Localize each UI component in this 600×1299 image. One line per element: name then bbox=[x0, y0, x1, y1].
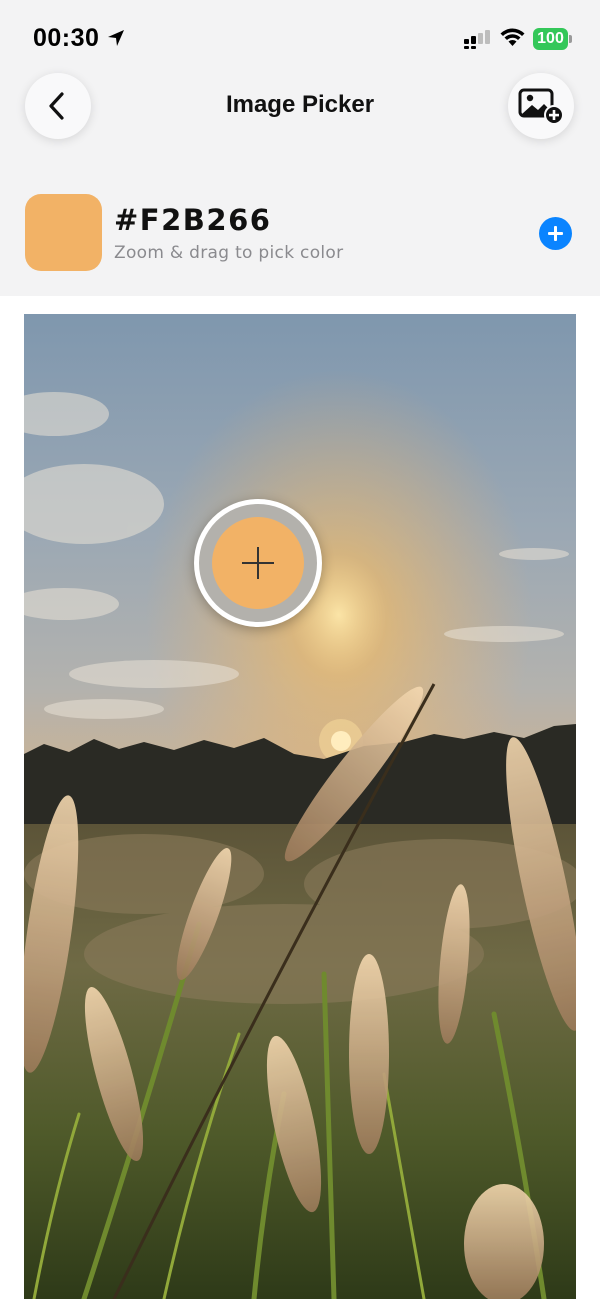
color-swatch bbox=[25, 194, 102, 271]
back-button[interactable] bbox=[25, 73, 91, 139]
picker-hint: Zoom & drag to pick color bbox=[114, 243, 344, 263]
chevron-left-icon bbox=[49, 92, 64, 120]
signal-icon bbox=[464, 30, 490, 49]
status-time: 00:30 bbox=[33, 24, 100, 52]
location-arrow-icon bbox=[108, 30, 124, 46]
hex-value: #F2B266 bbox=[114, 203, 272, 237]
battery-icon: 100 bbox=[533, 28, 568, 50]
add-image-button[interactable] bbox=[508, 73, 574, 139]
add-color-button[interactable] bbox=[539, 217, 572, 250]
crosshair-vertical bbox=[257, 547, 259, 579]
header-area: 00:30 100 Image Picker #F2B266 Zoom & dr… bbox=[0, 0, 600, 296]
photo-canvas[interactable] bbox=[24, 314, 576, 1299]
wifi-icon bbox=[500, 28, 525, 46]
color-loupe[interactable] bbox=[194, 499, 322, 627]
sunset-grass-photo bbox=[24, 314, 576, 1299]
photo-add-icon bbox=[518, 88, 564, 125]
page-title: Image Picker bbox=[225, 91, 375, 118]
battery-nub bbox=[569, 35, 572, 43]
